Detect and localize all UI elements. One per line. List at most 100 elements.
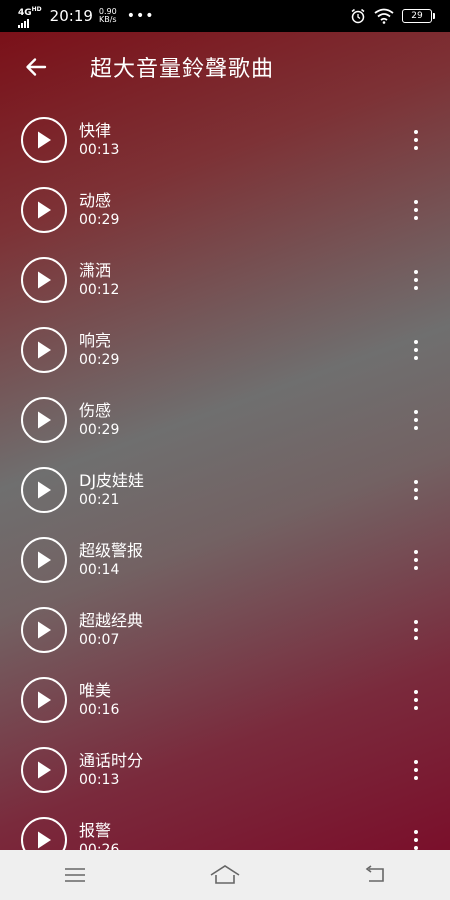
- more-options-button[interactable]: [408, 265, 424, 295]
- play-icon: [38, 551, 51, 569]
- more-options-button[interactable]: [408, 125, 424, 155]
- more-vertical-icon: [414, 200, 418, 204]
- play-icon: [38, 621, 51, 639]
- more-vertical-icon: [414, 690, 418, 694]
- play-icon: [38, 341, 51, 359]
- back-button[interactable]: [16, 47, 56, 87]
- speed-unit: KB/s: [99, 15, 117, 24]
- ringtone-name: 报警: [79, 821, 112, 840]
- ringtone-duration: 00:13: [79, 142, 120, 158]
- ringtone-name: 超级警报: [79, 541, 144, 560]
- play-button[interactable]: [21, 397, 67, 443]
- ringtone-name: 唯美: [79, 681, 112, 700]
- ringtone-duration: 00:29: [79, 212, 120, 228]
- more-options-button[interactable]: [408, 195, 424, 225]
- more-vertical-icon: [414, 130, 418, 134]
- play-button[interactable]: [21, 677, 67, 723]
- more-options-button[interactable]: [408, 755, 424, 785]
- more-vertical-icon: [414, 480, 418, 484]
- more-options-button[interactable]: [408, 335, 424, 365]
- more-options-button[interactable]: [408, 685, 424, 715]
- more-vertical-icon: [414, 830, 418, 834]
- nav-back-button[interactable]: [345, 855, 405, 895]
- ringtone-row[interactable]: 动感 00:29: [0, 175, 450, 245]
- ringtone-info: 超级警报 00:14: [79, 541, 143, 579]
- ringtone-list: 快律 00:13 动感 00:29 潇洒 00:12 响亮 00:29 伤感 00:29 DJ皮娃娃…: [0, 105, 450, 875]
- page-title: 超大音量鈴聲歌曲: [90, 57, 275, 82]
- status-right: 29: [350, 8, 435, 24]
- ringtone-info: 超越经典 00:07: [79, 611, 143, 649]
- play-button[interactable]: [21, 327, 67, 373]
- nav-home-button[interactable]: [195, 855, 255, 895]
- play-button[interactable]: [21, 747, 67, 793]
- ringtone-info: 唯美 00:16: [79, 681, 119, 719]
- play-button[interactable]: [21, 257, 67, 303]
- ringtone-row[interactable]: 响亮 00:29: [0, 315, 450, 385]
- home-icon: [210, 865, 240, 884]
- screen: 4GHD 20:19 0.90 KB/s ••• 29 超大音量鈴聲歌曲 快律 …: [0, 0, 450, 900]
- menu-icon: [65, 868, 85, 882]
- more-vertical-icon: [414, 340, 418, 344]
- ringtone-row[interactable]: 伤感 00:29: [0, 385, 450, 455]
- ringtone-duration: 00:16: [79, 702, 120, 718]
- app-bar: 超大音量鈴聲歌曲: [0, 32, 450, 102]
- play-button[interactable]: [21, 607, 67, 653]
- play-icon: [38, 131, 51, 149]
- play-button[interactable]: [21, 187, 67, 233]
- ringtone-duration: 00:13: [79, 772, 120, 788]
- ringtone-row[interactable]: 超级警报 00:14: [0, 525, 450, 595]
- play-icon: [38, 831, 51, 849]
- play-button[interactable]: [21, 467, 67, 513]
- alarm-icon: [351, 8, 365, 24]
- ringtone-duration: 00:14: [79, 562, 120, 578]
- play-button[interactable]: [21, 117, 67, 163]
- ringtone-name: DJ皮娃娃: [79, 471, 145, 490]
- ringtone-row[interactable]: 快律 00:13: [0, 105, 450, 175]
- nav-menu-button[interactable]: [45, 855, 105, 895]
- play-icon: [38, 411, 51, 429]
- more-notifications-icon: •••: [126, 8, 155, 24]
- more-options-button[interactable]: [408, 475, 424, 505]
- arrow-left-icon: [26, 58, 47, 76]
- ringtone-name: 动感: [79, 191, 112, 210]
- more-options-button[interactable]: [408, 615, 424, 645]
- ringtone-duration: 00:29: [79, 422, 120, 438]
- play-icon: [38, 691, 51, 709]
- ringtone-name: 通话时分: [79, 751, 144, 770]
- play-button[interactable]: [21, 537, 67, 583]
- ringtone-name: 伤感: [79, 401, 112, 420]
- network-speed: 0.90 KB/s: [99, 8, 117, 24]
- network-type: 4GHD: [18, 5, 42, 18]
- play-icon: [38, 201, 51, 219]
- ringtone-duration: 00:21: [79, 492, 120, 508]
- signal-icon: [18, 18, 29, 28]
- ringtone-info: 伤感 00:29: [79, 401, 119, 439]
- ringtone-duration: 00:29: [79, 352, 120, 368]
- more-vertical-icon: [414, 550, 418, 554]
- status-bar: 4GHD 20:19 0.90 KB/s ••• 29: [0, 0, 450, 32]
- play-icon: [38, 271, 51, 289]
- ringtone-row[interactable]: 通话时分 00:13: [0, 735, 450, 805]
- ringtone-name: 响亮: [79, 331, 112, 350]
- ringtone-duration: 00:12: [79, 282, 120, 298]
- more-vertical-icon: [414, 620, 418, 624]
- ringtone-info: 快律 00:13: [79, 121, 119, 159]
- more-options-button[interactable]: [408, 545, 424, 575]
- more-options-button[interactable]: [408, 405, 424, 435]
- ringtone-row[interactable]: 唯美 00:16: [0, 665, 450, 735]
- more-vertical-icon: [414, 270, 418, 274]
- more-vertical-icon: [414, 760, 418, 764]
- ringtone-info: DJ皮娃娃 00:21: [79, 471, 144, 509]
- wifi-icon: [374, 8, 394, 24]
- play-icon: [38, 481, 51, 499]
- system-nav-bar: [0, 850, 450, 900]
- battery-icon: 29: [402, 9, 435, 23]
- ringtone-row[interactable]: 潇洒 00:12: [0, 245, 450, 315]
- ringtone-info: 响亮 00:29: [79, 331, 119, 369]
- ringtone-row[interactable]: DJ皮娃娃 00:21: [0, 455, 450, 525]
- ringtone-name: 超越经典: [79, 611, 144, 630]
- ringtone-info: 动感 00:29: [79, 191, 119, 229]
- ringtone-row[interactable]: 超越经典 00:07: [0, 595, 450, 665]
- ringtone-name: 快律: [79, 121, 112, 140]
- status-left: 4GHD 20:19 0.90 KB/s •••: [18, 5, 155, 28]
